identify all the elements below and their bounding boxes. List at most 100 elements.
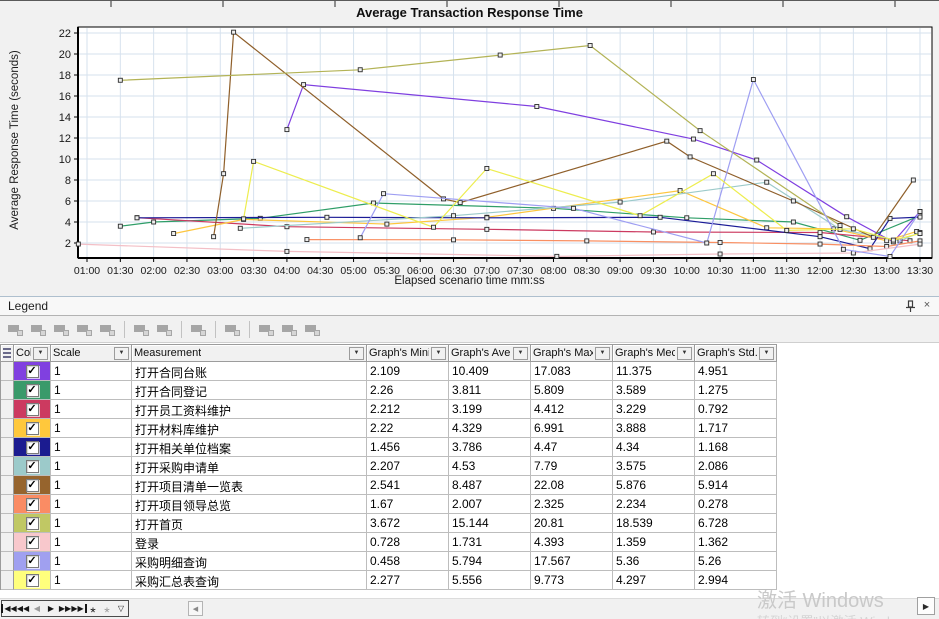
- table-row: ✓1打开合同台账2.10910.40917.08311.3754.951: [1, 362, 777, 381]
- column-filter-dropdown[interactable]: ▼: [759, 347, 774, 360]
- column-header-7[interactable]: Graph's Mec▼: [613, 345, 695, 362]
- header-row-selector[interactable]: [1, 345, 14, 362]
- column-header-8[interactable]: Graph's Std.▼: [695, 345, 777, 362]
- min-cell: 3.672: [367, 514, 449, 533]
- data-point-marker: [232, 30, 236, 34]
- row-selector[interactable]: [1, 514, 14, 533]
- next-record-button[interactable]: ▶: [44, 601, 58, 616]
- legend-tool-6-icon[interactable]: [133, 322, 150, 337]
- column-filter-dropdown[interactable]: ▼: [33, 347, 48, 360]
- scale-cell: 1: [51, 476, 132, 495]
- table-row: ✓1打开相关单位档案1.4563.7864.474.341.168: [1, 438, 777, 457]
- row-selector[interactable]: [1, 495, 14, 514]
- data-point-marker: [888, 216, 892, 220]
- row-selector[interactable]: [1, 476, 14, 495]
- legend-tool-12-icon[interactable]: [304, 322, 321, 337]
- row-selector[interactable]: [1, 400, 14, 419]
- series-visible-checkbox[interactable]: ✓: [26, 384, 39, 397]
- data-point-marker: [212, 235, 216, 239]
- filter-button[interactable]: ▽: [114, 601, 128, 616]
- series-color-swatch: ✓: [14, 571, 51, 590]
- legend-tool-5-icon[interactable]: [99, 322, 116, 337]
- y-tick-label: 4: [65, 217, 71, 229]
- row-selector[interactable]: [1, 533, 14, 552]
- column-header-5[interactable]: Graph's Ave▼: [449, 345, 531, 362]
- column-header-6[interactable]: Graph's Max▼: [531, 345, 613, 362]
- column-header-2[interactable]: Scale▼: [51, 345, 132, 362]
- pin-icon[interactable]: [903, 299, 917, 313]
- avg-cell: 8.487: [449, 476, 531, 495]
- post-edit-button[interactable]: *: [100, 601, 114, 616]
- column-header-3[interactable]: Measurement▼: [132, 345, 367, 362]
- prior-record-button[interactable]: ◀: [30, 601, 44, 616]
- data-point-marker: [222, 172, 226, 176]
- data-point-marker: [585, 239, 589, 243]
- row-selector[interactable]: [1, 438, 14, 457]
- row-selector[interactable]: [1, 362, 14, 381]
- legend-tool-1-icon[interactable]: [7, 322, 24, 337]
- legend-caption-bar: Legend ×: [0, 297, 939, 316]
- row-selector[interactable]: [1, 419, 14, 438]
- column-filter-dropdown[interactable]: ▼: [114, 347, 129, 360]
- table-row: ✓1打开首页3.67215.14420.8118.5396.728: [1, 514, 777, 533]
- row-selector[interactable]: [1, 571, 14, 590]
- series-visible-checkbox[interactable]: ✓: [26, 536, 39, 549]
- column-filter-dropdown[interactable]: ▼: [595, 347, 610, 360]
- series-visible-checkbox[interactable]: ✓: [26, 365, 39, 378]
- series-visible-checkbox[interactable]: ✓: [26, 422, 39, 435]
- series-visible-checkbox[interactable]: ✓: [26, 517, 39, 530]
- avg-cell: 3.199: [449, 400, 531, 419]
- med-cell: 4.297: [613, 571, 695, 590]
- series-visible-checkbox[interactable]: ✓: [26, 441, 39, 454]
- max-cell: 5.809: [531, 381, 613, 400]
- legend-tool-8-icon[interactable]: [190, 322, 207, 337]
- table-row: ✓1打开项目清单一览表2.5418.48722.085.8765.914: [1, 476, 777, 495]
- column-filter-dropdown[interactable]: ▼: [349, 347, 364, 360]
- data-point-marker: [818, 231, 822, 235]
- series-visible-checkbox[interactable]: ✓: [26, 555, 39, 568]
- y-tick-label: 16: [59, 91, 71, 103]
- close-icon[interactable]: ×: [920, 298, 934, 312]
- data-point-marker: [485, 227, 489, 231]
- data-point-marker: [918, 242, 922, 246]
- data-point-marker: [685, 216, 689, 220]
- row-selector[interactable]: [1, 457, 14, 476]
- prior-page-button[interactable]: ◀◀: [16, 601, 30, 616]
- legend-tool-2-icon[interactable]: [30, 322, 47, 337]
- data-point-marker: [711, 172, 715, 176]
- record-navigator: ◀◀◀◀◀▶▶▶▶▶**▽: [1, 600, 129, 617]
- last-record-button[interactable]: ▶▶: [72, 601, 86, 616]
- column-filter-dropdown[interactable]: ▼: [677, 347, 692, 360]
- series-visible-checkbox[interactable]: ✓: [26, 574, 39, 587]
- series-visible-checkbox[interactable]: ✓: [26, 498, 39, 511]
- first-record-button[interactable]: ◀◀: [2, 601, 16, 616]
- legend-tool-4-icon[interactable]: [76, 322, 93, 337]
- row-selector[interactable]: [1, 381, 14, 400]
- legend-tool-7-icon[interactable]: [156, 322, 173, 337]
- data-point-marker: [888, 255, 892, 259]
- data-point-marker: [891, 238, 895, 242]
- legend-tool-10-icon[interactable]: [258, 322, 275, 337]
- table-row: ✓1采购明细查询0.4585.79417.5675.365.26: [1, 552, 777, 571]
- next-page-button[interactable]: ▶▶: [58, 601, 72, 616]
- series-visible-checkbox[interactable]: ✓: [26, 460, 39, 473]
- column-header-4[interactable]: Graph's Mini▼: [367, 345, 449, 362]
- column-header-1[interactable]: Col▼: [14, 345, 51, 362]
- data-point-marker: [691, 137, 695, 141]
- column-filter-dropdown[interactable]: ▼: [513, 347, 528, 360]
- series-color-swatch: ✓: [14, 514, 51, 533]
- scale-cell: 1: [51, 514, 132, 533]
- legend-tool-11-icon[interactable]: [281, 322, 298, 337]
- scroll-left-button[interactable]: ◀: [188, 601, 203, 616]
- row-selector[interactable]: [1, 552, 14, 571]
- data-point-marker: [432, 225, 436, 229]
- column-filter-dropdown[interactable]: ▼: [431, 347, 446, 360]
- insert-record-button[interactable]: *: [86, 601, 100, 616]
- data-point-marker: [845, 215, 849, 219]
- series-visible-checkbox[interactable]: ✓: [26, 403, 39, 416]
- min-cell: 1.456: [367, 438, 449, 457]
- series-visible-checkbox[interactable]: ✓: [26, 479, 39, 492]
- legend-tool-9-icon[interactable]: [224, 322, 241, 337]
- legend-tool-3-icon[interactable]: [53, 322, 70, 337]
- std-cell: 1.717: [695, 419, 777, 438]
